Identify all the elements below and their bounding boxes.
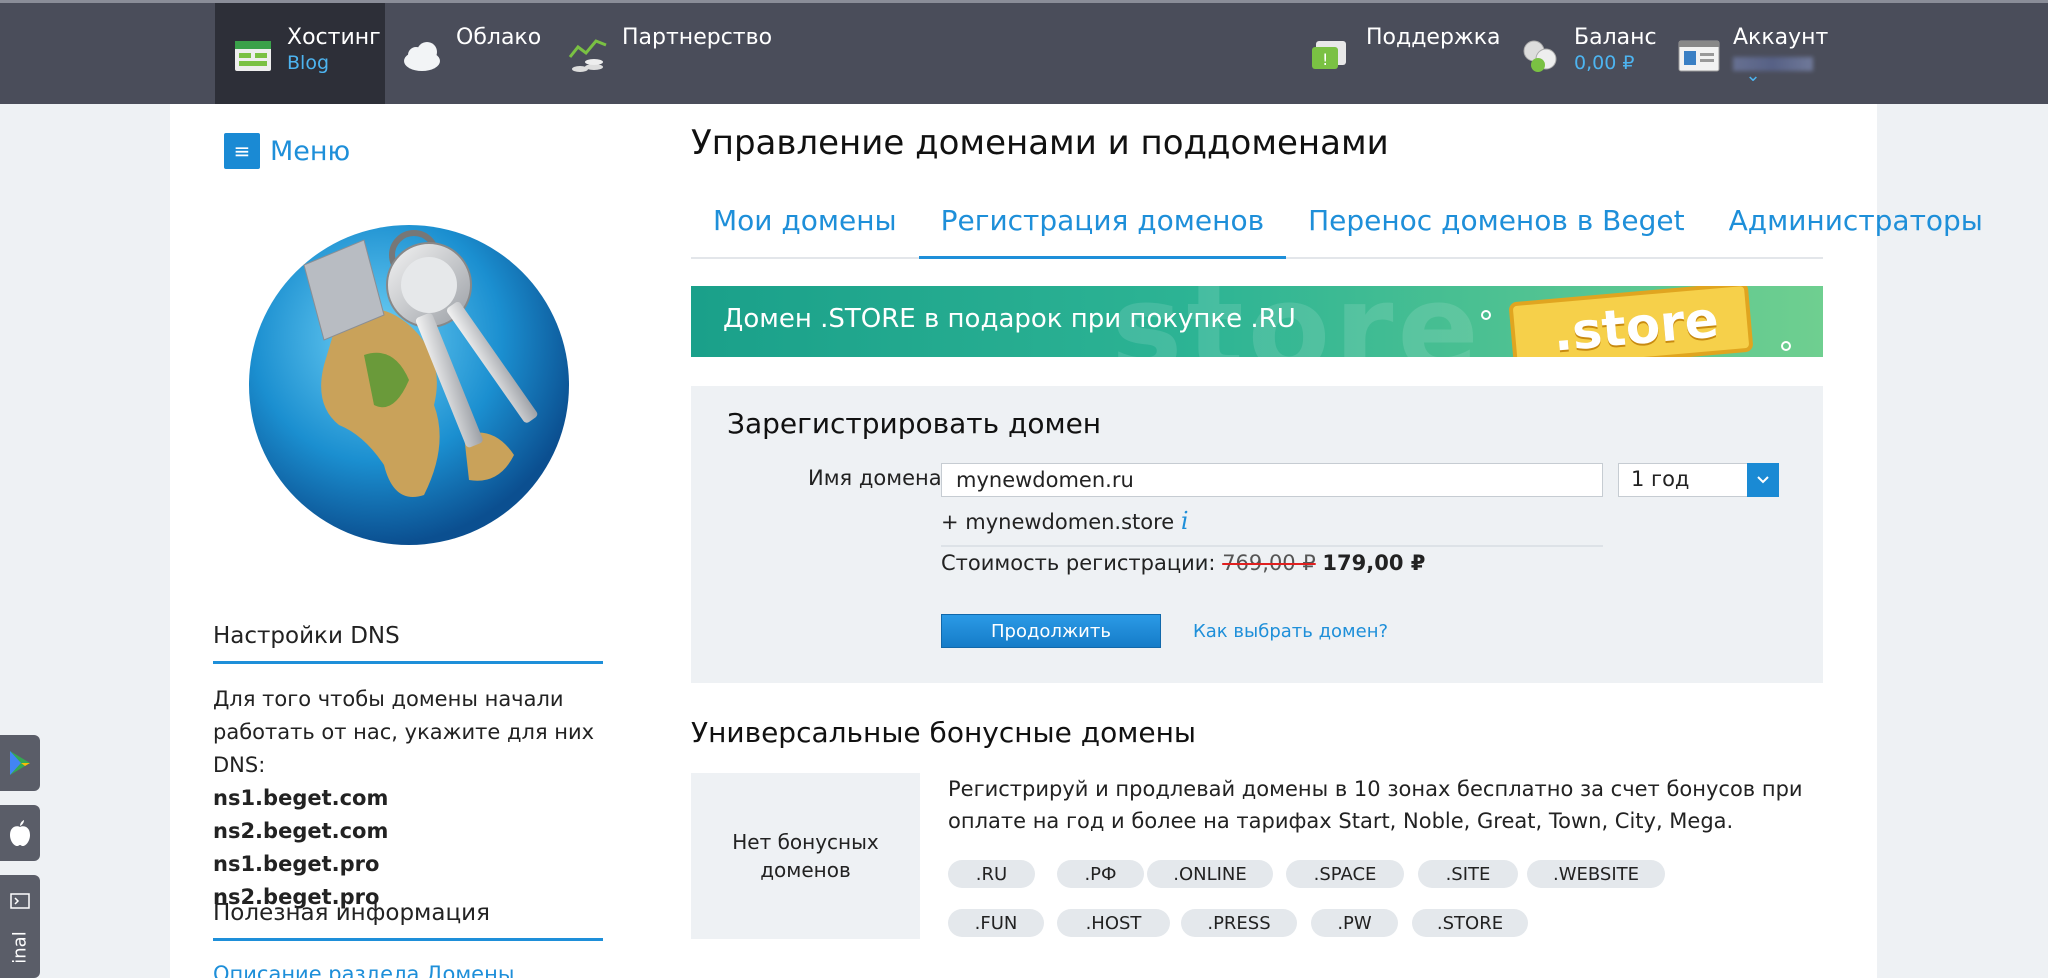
- chevron-down-icon[interactable]: [1747, 463, 1779, 497]
- cloud-icon: [404, 42, 440, 71]
- apple-icon: [10, 820, 30, 846]
- domains-description-link[interactable]: Описание раздела Домены: [213, 962, 514, 978]
- zone-chip: .STORE: [1412, 909, 1528, 937]
- nav-cloud[interactable]: Облако: [400, 3, 541, 104]
- nav-support[interactable]: ! Поддержка: [1310, 3, 1501, 104]
- zone-chip: .ONLINE: [1147, 860, 1273, 888]
- terminal-icon: [10, 893, 30, 909]
- price-new: 179,00 ₽: [1322, 551, 1426, 575]
- hosting-icon: [235, 41, 271, 71]
- nav-account-label: Аккаунт: [1733, 25, 1829, 50]
- nav-cloud-label: Облако: [456, 25, 542, 50]
- divider: [941, 545, 1603, 547]
- play-store-icon: [10, 751, 30, 775]
- dns-server-1: ns1.beget.com: [213, 786, 389, 810]
- continue-button[interactable]: Продолжить: [941, 614, 1161, 648]
- tab-administrators[interactable]: Администраторы: [1707, 194, 2005, 259]
- addon-domain: + mynewdomen.store i: [941, 507, 1189, 535]
- zone-chip: .HOST: [1057, 909, 1170, 937]
- nav-account[interactable]: Аккаунт ⌄: [1677, 3, 1828, 104]
- terminal-tab[interactable]: inal: [0, 875, 40, 978]
- svg-text:!: !: [1322, 50, 1328, 69]
- nav-balance[interactable]: Баланс 0,00 ₽: [1518, 3, 1657, 104]
- domain-keys-globe-illustration: [249, 225, 569, 545]
- period-select[interactable]: 1 год: [1618, 463, 1779, 497]
- banner-dot: [1481, 310, 1491, 320]
- menu-icon: ≡: [224, 133, 260, 169]
- nav-balance-label: Баланс: [1574, 25, 1657, 50]
- registration-price: Стоимость регистрации: 769,00 ₽ 179,00 ₽: [941, 551, 1425, 575]
- info-icon[interactable]: i: [1181, 507, 1189, 535]
- nav-hosting-label: Хостинг: [287, 25, 381, 50]
- dns-server-2: ns2.beget.com: [213, 819, 389, 843]
- register-domain-title: Зарегистрировать домен: [727, 407, 1102, 440]
- partnership-icon: [568, 39, 607, 72]
- price-old: 769,00 ₽: [1222, 551, 1316, 575]
- account-card-icon: [1678, 40, 1720, 72]
- addon-domain-text: + mynewdomen.store: [941, 510, 1175, 534]
- promo-banner[interactable]: store Домен .STORE в подарок при покупке…: [691, 286, 1823, 357]
- no-bonus-domains-box: Нет бонусных доменов: [691, 773, 920, 939]
- no-bonus-domains-text: Нет бонусных доменов: [732, 830, 879, 882]
- tab-my-domains[interactable]: Мои домены: [691, 194, 919, 259]
- nav-support-label: Поддержка: [1366, 25, 1501, 50]
- zone-chip: .SPACE: [1286, 860, 1404, 888]
- menu-label: Меню: [270, 135, 351, 167]
- nav-hosting-sub[interactable]: Blog: [287, 51, 381, 75]
- how-to-choose-domain-link[interactable]: Как выбрать домен?: [1193, 621, 1388, 642]
- dns-settings-heading: Настройки DNS: [213, 623, 603, 664]
- dns-description: Для того чтобы домены начали работать от…: [213, 687, 595, 777]
- coins-icon: [1523, 40, 1557, 72]
- period-select-value: 1 год: [1631, 467, 1690, 491]
- zone-chip: .RU: [948, 860, 1035, 888]
- dns-settings-text: Для того чтобы домены начали работать от…: [213, 683, 613, 914]
- zone-chip: .PW: [1311, 909, 1398, 937]
- account-name-blurred: [1733, 57, 1813, 71]
- zone-chip: .FUN: [948, 909, 1044, 937]
- domain-name-input[interactable]: [941, 463, 1603, 497]
- page-title: Управление доменами и поддоменами: [691, 123, 1389, 163]
- store-sign-text: .store: [1550, 290, 1721, 357]
- bonus-domains-title: Универсальные бонусные домены: [691, 716, 1197, 749]
- tab-domain-registration[interactable]: Регистрация доменов: [918, 194, 1287, 259]
- nav-hosting[interactable]: Хостинг Blog: [215, 3, 385, 104]
- zone-chip: .SITE: [1418, 860, 1518, 888]
- nav-partnership-label: Партнерство: [622, 25, 773, 50]
- support-icon: !: [1312, 41, 1346, 69]
- google-play-tab[interactable]: [0, 735, 40, 791]
- store-sign-graphic: .store: [1508, 286, 1754, 357]
- zone-chip: .WEBSITE: [1527, 860, 1665, 888]
- app-store-tab[interactable]: [0, 805, 40, 861]
- useful-info-heading: Полезная информация: [213, 900, 603, 941]
- menu-button[interactable]: ≡ Меню: [224, 133, 350, 169]
- top-navigation-bar: Хостинг Blog Облако Партнерство ! Поддер…: [0, 0, 2048, 104]
- nav-partnership[interactable]: Партнерство: [566, 3, 772, 104]
- nav-balance-value: 0,00 ₽: [1574, 52, 1635, 74]
- zone-chip: .PRESS: [1181, 909, 1297, 937]
- domain-tabs: Мои домены Регистрация доменов Перенос д…: [691, 194, 1983, 259]
- banner-text: Домен .STORE в подарок при покупке .RU: [723, 304, 1296, 334]
- tab-domain-transfer[interactable]: Перенос доменов в Beget: [1286, 194, 1707, 259]
- zone-chip: .РФ: [1057, 860, 1144, 888]
- price-label: Стоимость регистрации:: [941, 551, 1216, 575]
- terminal-tab-label: inal: [9, 931, 31, 964]
- banner-dot: [1781, 341, 1791, 351]
- dns-server-3: ns1.beget.pro: [213, 852, 380, 876]
- domain-name-label: Имя домена:: [808, 466, 949, 490]
- bonus-description: Регистрируй и продлевай домены в 10 зона…: [948, 777, 1803, 833]
